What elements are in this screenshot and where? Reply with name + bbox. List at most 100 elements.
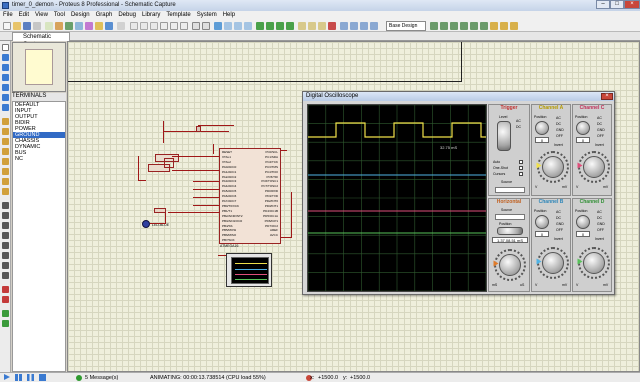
zoom-all-icon[interactable] bbox=[276, 22, 284, 30]
erc-icon[interactable] bbox=[500, 22, 508, 30]
maximize-button[interactable]: □ bbox=[610, 0, 624, 9]
wire-label-icon[interactable] bbox=[2, 74, 9, 81]
channel-a-ac[interactable]: AC bbox=[556, 116, 561, 120]
device-pins-icon[interactable] bbox=[2, 128, 9, 135]
rotate-clockwise-icon[interactable] bbox=[2, 286, 9, 293]
menu-edit[interactable]: Edit bbox=[16, 11, 32, 18]
generator-icon[interactable] bbox=[2, 158, 9, 165]
new-file-icon[interactable] bbox=[3, 22, 11, 30]
grid-toggle-icon[interactable] bbox=[140, 22, 148, 30]
mirror-x-icon[interactable] bbox=[2, 310, 9, 317]
cursor-icon[interactable] bbox=[180, 22, 188, 30]
3d-view-icon[interactable] bbox=[75, 22, 83, 30]
decompose-icon[interactable] bbox=[370, 22, 378, 30]
make-device-icon[interactable] bbox=[350, 22, 358, 30]
channel-c-invert[interactable]: Invert bbox=[595, 143, 604, 147]
junction-dot-icon[interactable] bbox=[2, 64, 9, 71]
trigger-mode-cursors[interactable]: Cursors bbox=[493, 172, 505, 176]
channel-c-dc[interactable]: DC bbox=[597, 122, 602, 126]
atmega16-chip[interactable]: RESET XTAL1 XTAL2 PA0/ADC0 PA1/ADC1 PA2/ADC2 P… bbox=[219, 148, 281, 244]
search-tag-icon[interactable] bbox=[440, 22, 448, 30]
resistor-r1[interactable] bbox=[154, 208, 166, 213]
buses-icon[interactable] bbox=[2, 94, 9, 101]
device-item-nc[interactable]: NC bbox=[13, 156, 65, 162]
trigger-mode-oneshot[interactable]: One-Shot bbox=[493, 166, 508, 170]
channel-d-ac[interactable]: AC bbox=[597, 210, 602, 214]
schematic-icon[interactable] bbox=[55, 22, 63, 30]
pcb-icon[interactable] bbox=[65, 22, 73, 30]
channel-c-position-knob[interactable] bbox=[576, 121, 590, 135]
gerber-icon[interactable] bbox=[85, 22, 93, 30]
virtual-instruments-icon[interactable] bbox=[2, 188, 9, 195]
remove-sheet-icon[interactable] bbox=[470, 22, 478, 30]
block-copy-icon[interactable] bbox=[298, 22, 306, 30]
trigger-source-selector[interactable] bbox=[495, 187, 525, 193]
component-mode-icon[interactable] bbox=[2, 54, 9, 61]
channel-b-off[interactable]: OFF bbox=[556, 228, 563, 232]
menu-graph[interactable]: Graph bbox=[93, 11, 116, 18]
save-icon[interactable] bbox=[23, 22, 31, 30]
oscilloscope-symbol[interactable] bbox=[226, 253, 272, 287]
menu-tool[interactable]: Tool bbox=[51, 11, 68, 18]
channel-a-gnd[interactable]: GND bbox=[556, 128, 564, 132]
horizontal-source-selector[interactable] bbox=[495, 214, 525, 220]
text-2d-icon[interactable] bbox=[2, 252, 9, 259]
arc-2d-icon[interactable] bbox=[2, 232, 9, 239]
menu-library[interactable]: Library bbox=[139, 11, 163, 18]
terminals-mode-icon[interactable] bbox=[2, 118, 9, 125]
tab-schematic-capture[interactable]: Schematic Capture bbox=[12, 32, 70, 48]
help-icon[interactable] bbox=[117, 22, 125, 30]
step-icon[interactable] bbox=[15, 374, 22, 381]
home-icon[interactable] bbox=[45, 22, 53, 30]
menu-help[interactable]: Help bbox=[220, 11, 238, 18]
undo-icon[interactable] bbox=[192, 22, 200, 30]
channel-d-position-knob[interactable] bbox=[576, 215, 590, 229]
refresh-icon[interactable] bbox=[130, 22, 138, 30]
block-rotate-icon[interactable] bbox=[318, 22, 326, 30]
center-icon[interactable] bbox=[170, 22, 178, 30]
menu-view[interactable]: View bbox=[32, 11, 51, 18]
channel-b-position-knob[interactable] bbox=[535, 215, 549, 229]
menu-design[interactable]: Design bbox=[68, 11, 93, 18]
oscilloscope-close-button[interactable]: × bbox=[601, 93, 613, 100]
oscilloscope-window[interactable]: Digital Oscilloscope × 32.75 mS Trigger … bbox=[302, 91, 615, 295]
close-button[interactable]: × bbox=[624, 0, 640, 9]
channel-a-position-knob[interactable] bbox=[535, 121, 549, 135]
design-select[interactable]: Base Design bbox=[386, 21, 426, 31]
origin-icon[interactable] bbox=[150, 22, 158, 30]
selection-mode-icon[interactable] bbox=[2, 44, 9, 51]
stop-icon[interactable] bbox=[39, 374, 46, 381]
source-code-icon[interactable] bbox=[105, 22, 113, 30]
menu-template[interactable]: Template bbox=[163, 11, 193, 18]
timebase-knob[interactable] bbox=[499, 254, 521, 276]
copy-icon[interactable] bbox=[234, 22, 242, 30]
menu-file[interactable]: File bbox=[0, 11, 16, 18]
channel-b-gnd[interactable]: GND bbox=[556, 222, 564, 226]
zoom-area-icon[interactable] bbox=[286, 22, 294, 30]
horizontal-position-slider[interactable] bbox=[497, 227, 523, 235]
cut-icon[interactable] bbox=[224, 22, 232, 30]
channel-c-ac[interactable]: AC bbox=[597, 116, 602, 120]
subcircuit-icon[interactable] bbox=[2, 104, 9, 111]
minimize-button[interactable]: – bbox=[596, 0, 610, 9]
channel-d-invert[interactable]: Invert bbox=[595, 237, 604, 241]
symbol-2d-icon[interactable] bbox=[2, 262, 9, 269]
rotate-anticlockwise-icon[interactable] bbox=[2, 296, 9, 303]
text-script-icon[interactable] bbox=[2, 84, 9, 91]
channel-d-volts-knob[interactable] bbox=[583, 252, 605, 274]
open-folder-icon[interactable] bbox=[13, 22, 21, 30]
menu-debug[interactable]: Debug bbox=[115, 11, 139, 18]
channel-c-off[interactable]: OFF bbox=[597, 134, 604, 138]
bill-of-materials-icon[interactable] bbox=[490, 22, 498, 30]
channel-a-off[interactable]: OFF bbox=[556, 134, 563, 138]
play-icon[interactable] bbox=[4, 374, 10, 380]
zoom-out-icon[interactable] bbox=[266, 22, 274, 30]
path-2d-icon[interactable] bbox=[2, 242, 9, 249]
pan-icon[interactable] bbox=[160, 22, 168, 30]
paste-icon[interactable] bbox=[244, 22, 252, 30]
bom-icon[interactable] bbox=[95, 22, 103, 30]
led-blue[interactable] bbox=[142, 220, 150, 228]
channel-c-volts-knob[interactable] bbox=[583, 156, 605, 178]
trigger-level-knob[interactable] bbox=[497, 121, 511, 151]
trigger-mode-auto[interactable]: Auto bbox=[493, 160, 500, 164]
